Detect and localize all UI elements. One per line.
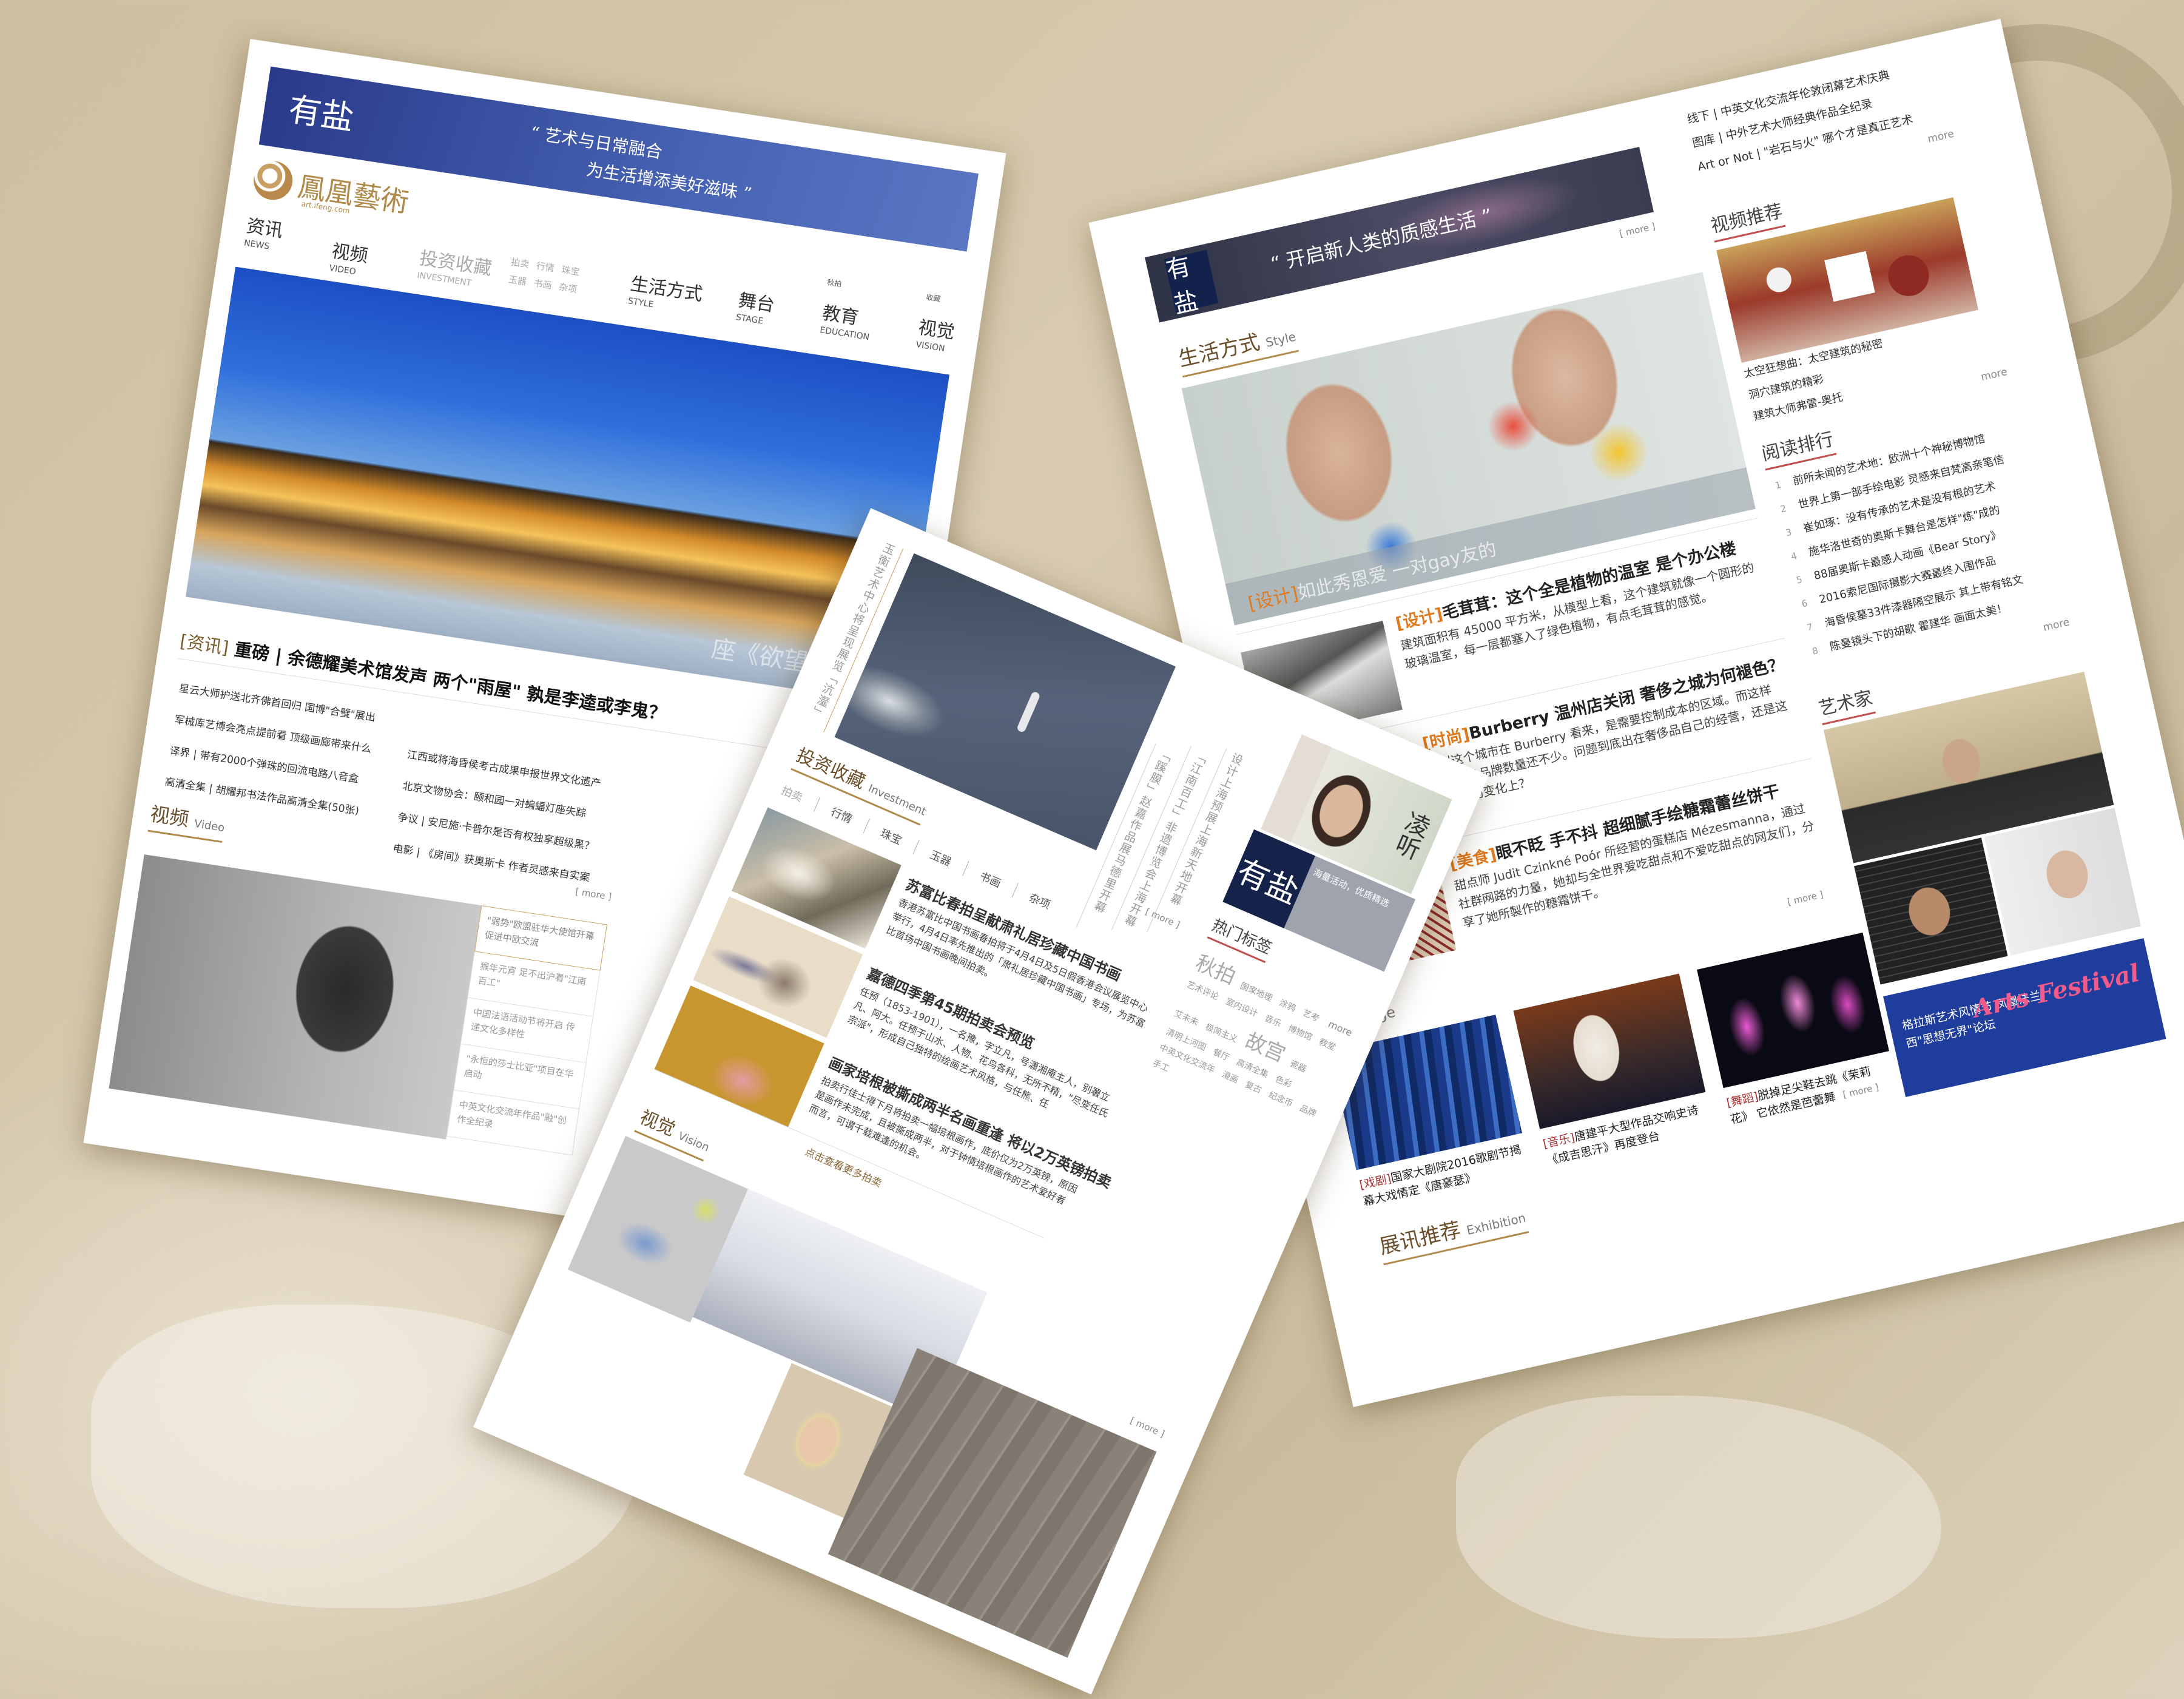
- nav-stage[interactable]: 舞台 STAGE: [735, 285, 777, 328]
- nav-label: 舞台: [736, 289, 777, 317]
- ranking-item-rank: 3: [1784, 526, 1793, 539]
- top-links: 线下 | 中英文化交流年伦敦闭幕艺术庆典 图库 | 中外艺术大师经典作品全纪录 Ar…: [1685, 60, 1915, 179]
- tag-link[interactable]: 教堂: [1317, 1035, 1338, 1053]
- background-texture: [1456, 1396, 1941, 1638]
- tag-link[interactable]: 极简主义: [1204, 1021, 1239, 1045]
- stage-category: [舞蹈]: [1725, 1090, 1760, 1110]
- tab[interactable]: 玉器: [913, 840, 969, 876]
- section-title-en: Video: [193, 817, 226, 835]
- tab[interactable]: 珠宝: [863, 819, 920, 855]
- nav-vision[interactable]: 视觉 VISION: [915, 312, 957, 354]
- subnav-item[interactable]: 玉器: [508, 272, 528, 288]
- tag-link[interactable]: 艺考: [1301, 1007, 1321, 1024]
- video-thumbnail[interactable]: [109, 854, 482, 1140]
- nav-education[interactable]: 教育 EDUCATION: [819, 298, 874, 342]
- tag-link[interactable]: 复古: [1243, 1078, 1264, 1096]
- section-title-zh: 展讯推荐: [1377, 1217, 1463, 1260]
- artist-photo[interactable]: [1854, 837, 2008, 985]
- artist-photo[interactable]: [1984, 808, 2142, 956]
- top-banner[interactable]: 有盐 “ 艺术与日常融合 为生活增添美好滋味 ”: [258, 66, 979, 252]
- ranking-more[interactable]: more: [2042, 616, 2071, 634]
- section-title-zh: 投资收藏: [793, 745, 869, 793]
- nav-news[interactable]: 资讯 NEWS: [243, 211, 285, 253]
- phoenix-swirl-icon: [251, 158, 295, 203]
- banner-quote-line2: 为生活增添美好滋味 ”: [585, 159, 753, 204]
- tag-link[interactable]: 手工: [1151, 1056, 1171, 1074]
- tab[interactable]: 杂项: [1013, 883, 1068, 919]
- section-title-artists: 艺术家: [1815, 682, 1876, 726]
- ranking-item-rank: 7: [1805, 621, 1814, 633]
- nav-tag-autumn-auction[interactable]: 秋拍: [826, 277, 842, 289]
- tab[interactable]: 行情: [814, 797, 871, 833]
- news-list-left: 星云大师护送北齐佛首回归 国博"合璧"展出 军械库艺博会亮点提前看 顶级画廊带来什…: [163, 673, 379, 828]
- banner-quote: “ 开启新人类的质感生活 ”: [1268, 204, 1494, 276]
- hot-tags: 秋拍 国家地理 涂鸦 艺考 艺术评论 室内设计 音乐 博物馆 教堂 艾未未 极简…: [1151, 947, 1365, 1138]
- tag-link[interactable]: 餐厅: [1211, 1045, 1232, 1063]
- nav-tag-collection[interactable]: 收藏: [925, 292, 942, 304]
- tab[interactable]: 书画: [963, 861, 1019, 897]
- stage-category: [音乐]: [1542, 1130, 1576, 1151]
- painting-figure: [1016, 691, 1041, 734]
- section-title-en: Investment: [866, 782, 928, 819]
- ranking-item-rank: 5: [1795, 573, 1804, 586]
- tag-link[interactable]: 品牌: [1298, 1102, 1318, 1120]
- section-title-en: Exhibition: [1465, 1210, 1528, 1238]
- section-title-zh: 视频: [149, 802, 191, 831]
- section-title-zh: 视觉: [636, 1106, 679, 1141]
- top-links-more[interactable]: more: [1927, 128, 1955, 146]
- tag-link[interactable]: 纪念币: [1267, 1088, 1295, 1109]
- ranking-item-rank: 2: [1779, 502, 1788, 515]
- investment-subnav: 拍卖 行情 珠宝玉器 书画 杂项: [508, 255, 602, 299]
- nav-style[interactable]: 生活方式 STYLE: [627, 269, 705, 317]
- section-title-en: Style: [1264, 329, 1298, 350]
- tag-link[interactable]: 瓷器: [1288, 1057, 1309, 1075]
- tab[interactable]: 拍卖: [779, 782, 821, 812]
- section-title-video-recommend: 视频推荐: [1708, 195, 1786, 243]
- ranking-item-rank: 8: [1811, 644, 1819, 657]
- section-title-zh: 生活方式: [1176, 329, 1262, 372]
- stage-category: [戏剧]: [1358, 1172, 1393, 1192]
- section-title-en: Vision: [676, 1129, 712, 1155]
- nav-video[interactable]: 视频 VIDEO: [328, 235, 370, 278]
- vision-more-link[interactable]: [ more ]: [1128, 1415, 1166, 1439]
- video-more-link[interactable]: [ more ]: [575, 886, 612, 902]
- top-banner[interactable]: 有盐 “ 开启新人类的质感生活 ”: [1145, 147, 1654, 323]
- nav-investment[interactable]: 投资收藏 INVESTMENT: [416, 243, 494, 291]
- brand-name: 鳳凰藝術: [295, 169, 411, 219]
- subnav-item[interactable]: 杂项: [558, 280, 578, 296]
- video-recommend-more[interactable]: more: [1980, 366, 2008, 383]
- news-list-right: 江西或将海昏侯考古成果申报世界文化遗产 北京文物协会：颐和园一对蝙蝠灯座失踪 争议 …: [391, 739, 606, 894]
- tag-link[interactable]: 涂鸦: [1278, 996, 1298, 1014]
- headline-category: [资讯]: [178, 630, 231, 658]
- tag-link[interactable]: 漫画: [1220, 1068, 1241, 1086]
- subnav-item[interactable]: 拍卖: [510, 255, 530, 271]
- tag-link[interactable]: 音乐: [1262, 1012, 1283, 1029]
- section-title-exhibition: 展讯推荐 Exhibition: [1376, 1198, 1529, 1266]
- banner-more-link[interactable]: [ more ]: [1619, 221, 1657, 240]
- nav-label: 视觉: [917, 317, 956, 343]
- ranking-item-rank: 4: [1790, 550, 1798, 562]
- nav-label: 视频: [330, 240, 369, 267]
- tag-link[interactable]: 艾未未: [1172, 1007, 1200, 1029]
- youyan-logo: 有盐: [286, 90, 357, 138]
- caption-category: [设计]: [1246, 583, 1301, 615]
- nav-label: 资讯: [244, 215, 285, 242]
- play-icon[interactable]: [1824, 251, 1875, 302]
- ranking-item-rank: 1: [1774, 479, 1782, 491]
- ranking-item-rank: 6: [1800, 597, 1809, 610]
- tag-link[interactable]: 室内设计: [1224, 995, 1259, 1020]
- subnav-item[interactable]: 书画: [533, 277, 553, 292]
- youyan-logo: 有盐: [1164, 249, 1219, 319]
- stage-item[interactable]: [音乐]唐建平大型作品交响史诗《成吉思汗》再度登台: [1513, 973, 1715, 1170]
- tag-link[interactable]: 色彩: [1273, 1073, 1294, 1090]
- calligraphy-title: 凌听: [1388, 806, 1434, 863]
- subnav-item[interactable]: 珠宝: [561, 263, 581, 278]
- subnav-item[interactable]: 行情: [536, 259, 556, 274]
- articles-more-link[interactable]: [ more ]: [1786, 889, 1824, 908]
- stage-item[interactable]: [舞蹈]脱掉足尖鞋去跳《茉莉花》 它依然是芭蕾舞: [1697, 932, 1898, 1129]
- tag-link[interactable]: 国家地理: [1238, 979, 1274, 1004]
